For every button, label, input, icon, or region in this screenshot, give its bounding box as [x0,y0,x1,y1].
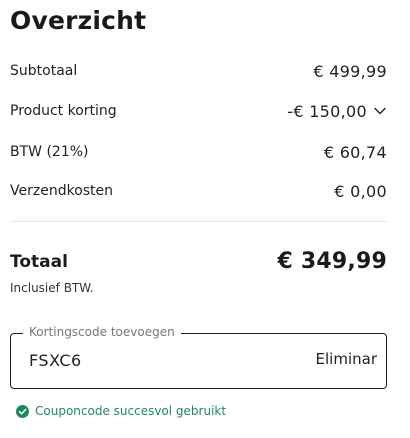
vat-label: BTW (21%) [10,144,89,160]
vat-row: BTW (21%) € 60,74 [10,141,387,163]
chevron-down-icon[interactable] [373,104,387,118]
vat-value: € 60,74 [323,142,387,162]
coupon-field[interactable]: Kortingscode toevoegen Eliminar [10,325,387,389]
coupon-field-label: Kortingscode toevoegen [23,325,181,339]
total-label: Totaal [10,252,68,272]
total-value: € 349,99 [277,249,387,274]
subtotal-row: Subtotaal € 499,99 [10,60,387,82]
subtotal-value: € 499,99 [313,61,387,81]
shipping-row: Verzendkosten € 0,00 [10,180,387,202]
coupon-success-message: Couponcode succesvol gebruikt [16,404,226,418]
coupon-input[interactable] [29,351,229,370]
summary-title: Overzicht [10,6,147,35]
summary-divider [10,221,387,222]
shipping-value: € 0,00 [334,181,387,201]
shipping-label: Verzendkosten [10,183,114,199]
product-discount-label: Product korting [10,103,117,119]
product-discount-value: -€ 150,00 [287,101,367,121]
coupon-success-text: Couponcode succesvol gebruikt [35,404,227,418]
product-discount-toggle[interactable]: -€ 150,00 [287,102,387,121]
check-circle-icon [16,404,29,418]
vat-note: Inclusief BTW. [10,281,94,295]
subtotal-label: Subtotaal [10,63,78,79]
product-discount-row[interactable]: Product korting -€ 150,00 [10,100,387,122]
remove-coupon-button[interactable]: Eliminar [316,350,377,368]
